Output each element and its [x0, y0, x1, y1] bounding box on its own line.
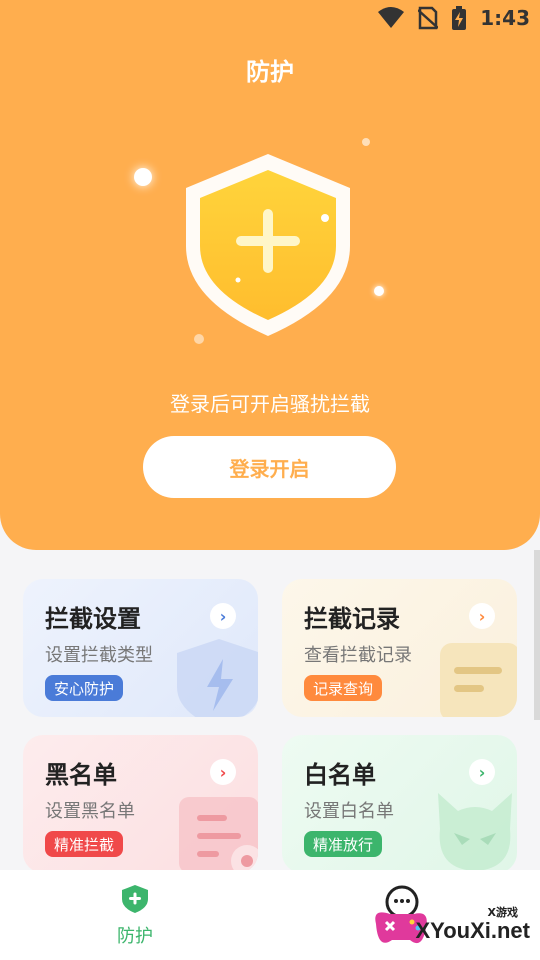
shield-plus-icon — [186, 154, 350, 336]
card-whitelist[interactable]: 白名单 设置白名单 精准放行 › — [282, 735, 517, 873]
chevron-right-icon[interactable]: › — [469, 603, 495, 629]
no-sim-icon — [418, 6, 439, 30]
shield-lightning-icon — [177, 639, 258, 717]
sparkle — [362, 138, 370, 146]
watermark-logo: X游戏 XYouXi.net — [360, 880, 530, 960]
card-badge: 精准放行 — [304, 831, 383, 857]
battery-charging-icon — [452, 6, 467, 30]
card-badge: 记录查询 — [304, 675, 383, 701]
tab-label: 防护 — [117, 926, 153, 947]
tab-protection[interactable]: 防护 — [100, 884, 170, 948]
shield-plus-icon — [122, 885, 148, 913]
login-tip-text: 登录后可开启骚扰拦截 — [170, 392, 370, 416]
status-time: 1:43 — [480, 6, 530, 30]
card-subtitle: 设置拦截类型 — [45, 645, 153, 666]
card-badge: 安心防护 — [45, 675, 124, 701]
page-title: 防护 — [246, 58, 294, 86]
card-intercept-settings[interactable]: 拦截设置 设置拦截类型 安心防护 › — [23, 579, 258, 717]
chevron-right-icon[interactable]: › — [210, 759, 236, 785]
card-title: 白名单 — [304, 761, 376, 789]
card-intercept-records[interactable]: 拦截记录 查看拦截记录 记录查询 › — [282, 579, 517, 717]
contact-list-icon — [179, 797, 258, 873]
card-title: 拦截记录 — [304, 605, 400, 633]
scrollbar[interactable] — [534, 550, 540, 720]
hero-banner: 1:43 防护 登录后可开启骚扰拦截 登录开启 — [0, 0, 540, 550]
sparkle — [374, 286, 384, 296]
login-button[interactable]: 登录开启 — [143, 436, 396, 498]
chevron-right-icon[interactable]: › — [210, 603, 236, 629]
card-subtitle: 设置黑名单 — [45, 801, 135, 822]
card-blacklist[interactable]: 黑名单 设置黑名单 精准拦截 › — [23, 735, 258, 873]
chevron-right-icon[interactable]: › — [469, 759, 495, 785]
watermark-text: XYouXi.net — [415, 918, 531, 943]
wifi-icon — [378, 7, 405, 28]
sparkle — [134, 168, 152, 186]
card-subtitle: 设置白名单 — [304, 801, 394, 822]
document-lines-icon — [440, 643, 517, 717]
status-bar: 1:43 — [0, 0, 540, 36]
card-badge: 精准拦截 — [45, 831, 124, 857]
card-title: 黑名单 — [45, 761, 117, 789]
card-title: 拦截设置 — [45, 605, 141, 633]
card-subtitle: 查看拦截记录 — [304, 645, 412, 666]
devil-mask-icon — [438, 793, 512, 871]
